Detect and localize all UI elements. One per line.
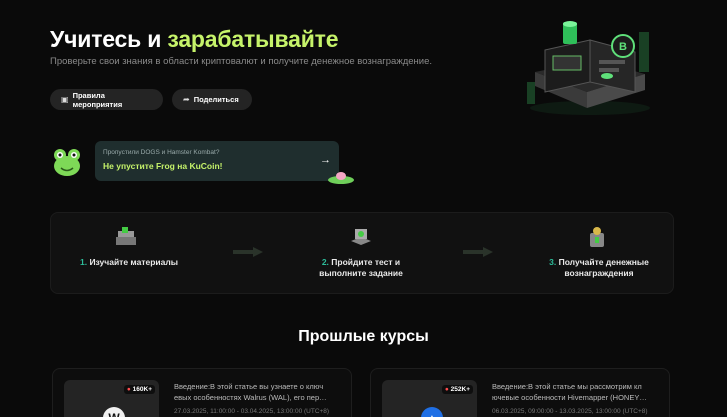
title-plain: Учитесь и	[50, 26, 168, 52]
lotus-leaf-icon	[328, 172, 354, 184]
page-title: Учитесь и зарабатывайте	[50, 26, 338, 53]
course-description-line2: ючевые особенности Hivemapper (HONEY…	[492, 393, 647, 402]
course-description: Введение:В этой статье мы рассмотрим кл …	[492, 381, 664, 403]
step-3-text-line2: вознаграждения	[564, 268, 634, 278]
step-3-text-line1: Получайте денежные	[558, 257, 649, 267]
arrow-right-icon	[463, 247, 493, 257]
title-accent: зарабатывайте	[167, 26, 339, 52]
views-badge: ● 160K+	[123, 385, 155, 394]
share-button-label: Поделиться	[193, 95, 239, 104]
course-thumbnail: ● 160K+ W	[64, 380, 159, 417]
step-2-text-line2: выполните задание	[319, 268, 403, 278]
frog-promo-banner[interactable]: Пропустили DOGS и Hamster Kombat? Не упу…	[95, 141, 339, 181]
course-thumbnail: ● 252K+ ▲	[382, 380, 477, 417]
walrus-logo: W	[103, 407, 125, 417]
promo-main-text: Не упустите Frog на KuCoin!	[103, 161, 223, 171]
course-date: 27.03.2025, 11:00:00 - 03.04.2025, 13:00…	[174, 408, 330, 415]
share-button[interactable]: ➦ Поделиться	[172, 89, 252, 110]
step-3-label: 3. Получайте денежные вознаграждения	[535, 257, 663, 279]
arrow-right-icon	[233, 247, 263, 257]
live-dot-icon: ●	[126, 386, 131, 393]
calendar-icon: ▣	[61, 95, 69, 104]
arrow-right-icon: →	[320, 154, 331, 166]
course-card-walrus[interactable]: ● 160K+ W Введение:В этой статье вы узна…	[52, 368, 352, 417]
svg-text:B: B	[619, 41, 627, 53]
past-courses-title: Прошлые курсы	[298, 328, 429, 345]
books-icon	[116, 227, 136, 245]
page: Учитесь и зарабатывайте Проверьте свои з…	[0, 0, 727, 417]
test-book-icon	[351, 229, 371, 245]
live-dot-icon: ●	[444, 386, 449, 393]
views-count: 160K+	[132, 386, 152, 393]
step-1-number: 1.	[79, 257, 88, 267]
course-description-line1: Введение:В этой статье мы рассмотрим кл	[492, 382, 642, 391]
rules-button[interactable]: ▣ Правила мероприятия	[50, 89, 163, 110]
views-count: 252K+	[450, 386, 470, 393]
book-coins-illustration: B	[527, 21, 650, 115]
reward-icon	[590, 227, 604, 247]
views-badge: ● 252K+	[441, 385, 473, 394]
step-2-label: 2. Пройдите тест и выполните задание	[301, 257, 421, 279]
step-3-number: 3.	[549, 257, 557, 267]
course-description: Введение:В этой статье вы узнаете о ключ…	[174, 381, 346, 403]
steps-panel: 1. Изучайте материалы 2. Пройдите тест и…	[50, 212, 674, 294]
course-date: 06.03.2025, 09:00:00 - 13.03.2025, 13:00…	[492, 408, 648, 415]
step-2-text-line1: Пройдите тест и	[331, 257, 401, 267]
course-description-line1: Введение:В этой статье вы узнаете о ключ	[174, 382, 324, 391]
frog-icon	[54, 149, 80, 176]
step-1-text: Изучайте материалы	[89, 257, 179, 267]
rules-button-label: Правила мероприятия	[72, 90, 123, 109]
promo-top-text: Пропустили DOGS и Hamster Kombat?	[103, 149, 220, 156]
step-1-label: 1. Изучайте материалы	[69, 257, 189, 268]
share-icon: ➦	[183, 95, 190, 104]
step-2-number: 2.	[321, 257, 329, 267]
course-card-hivemapper[interactable]: ● 252K+ ▲ Введение:В этой статье мы расс…	[370, 368, 670, 417]
hivemapper-logo: ▲	[421, 407, 443, 417]
page-subtitle: Проверьте свои знания в области криптова…	[50, 56, 432, 67]
course-description-line2: евых особенностях Walrus (WAL), его пер…	[174, 393, 327, 402]
